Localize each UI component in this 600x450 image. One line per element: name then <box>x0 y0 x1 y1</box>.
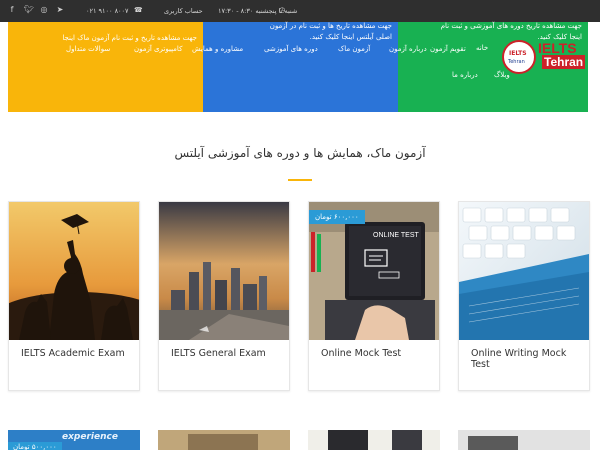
instagram-icon[interactable]: ◎ <box>40 6 48 14</box>
promo-main-text-1: جهت مشاهده تاریخ ها و ثبت نام در آزمون <box>269 22 392 30</box>
course-card-row2-3[interactable] <box>308 430 440 450</box>
account-link[interactable]: حساب کاربری <box>164 7 203 15</box>
logo-wordmark-tehran: Tehran <box>542 55 586 69</box>
section-heading: آزمون ماک، همایش ها و دوره های آموزشی آی… <box>174 146 426 160</box>
card-title[interactable]: Online Mock Test <box>321 348 431 359</box>
nav-home[interactable]: خانه <box>476 44 488 52</box>
promo-main-exam[interactable]: جهت مشاهده تاریخ ها و ثبت نام در آزمون ا… <box>203 22 398 112</box>
course-card-writing-mock[interactable]: Online Writing Mock Test <box>458 201 590 391</box>
facebook-icon[interactable]: f <box>8 6 16 14</box>
social-links: f 🐦︎ ◎ ➤ <box>8 6 64 14</box>
city-image <box>159 202 289 340</box>
keyboard-image <box>459 202 589 340</box>
promo-mock-exam[interactable]: جهت مشاهده تاریخ و ثبت نام آزمون ماک این… <box>8 22 203 112</box>
course-card-row2-4[interactable] <box>458 430 590 450</box>
graduation-image <box>9 202 139 340</box>
row2-banner-text: experience <box>62 432 118 442</box>
nav-cbt[interactable]: کامپیوتری آزمون <box>134 45 182 53</box>
site-logo[interactable]: IELTS Tehran IELTS Tehran <box>502 40 588 74</box>
card-title[interactable]: IELTS General Exam <box>171 348 281 359</box>
price-badge: ۶۰۰,۰۰۰ تومان <box>309 210 365 224</box>
nav-consult[interactable]: مشاوره و همایش <box>192 45 243 53</box>
promo-main-text-2: اصلی آیلتس اینجا کلیک کنید. <box>309 33 392 41</box>
top-bar: f 🐦︎ ◎ ➤ ۰۲۱ ۹۱۰۰ ۸۰۰۷ ☎ حساب کاربری ◷ ش… <box>0 0 600 22</box>
nav-courses[interactable]: دوره های آموزشی <box>264 45 318 53</box>
price-badge: ۵۰۰,۰۰۰ تومان <box>8 442 62 450</box>
card-title[interactable]: Online Writing Mock Test <box>471 348 581 370</box>
card-title[interactable]: IELTS Academic Exam <box>21 348 131 359</box>
promo-courses-text-1: جهت مشاهده تاریخ دوره های آموزشی و ثبت ن… <box>440 22 582 30</box>
course-card-row2-2[interactable] <box>158 430 290 450</box>
course-card-online-mock[interactable]: ONLINE TEST ۶۰۰,۰۰۰ تومان Online Mock Te… <box>308 201 440 391</box>
course-card-academic[interactable]: IELTS Academic Exam <box>8 201 140 391</box>
course-card-general[interactable]: IELTS General Exam <box>158 201 290 391</box>
nav-mock[interactable]: آزمون ماک <box>338 45 370 53</box>
phone-number[interactable]: ۰۲۱ ۹۱۰۰ ۸۰۰۷ <box>86 7 129 15</box>
logo-wordmark-ielts: IELTS <box>538 40 577 56</box>
logo-emblem: IELTS Tehran <box>502 40 536 74</box>
working-hours: شنبه تا پنجشنبه ۸:۳۰ - ۱۷:۳۰ <box>218 7 298 15</box>
twitter-icon[interactable]: 🐦︎ <box>24 6 34 14</box>
telegram-icon[interactable]: ➤ <box>56 6 64 14</box>
screen-label: ONLINE TEST <box>373 232 419 239</box>
nav-calendar[interactable]: تقویم آزمون <box>430 45 466 53</box>
promo-banner: جهت مشاهده تاریخ و ثبت نام آزمون ماک این… <box>8 22 588 112</box>
nav-faq[interactable]: سوالات متداول <box>66 45 110 53</box>
nav-about-exam[interactable]: درباره آزمون <box>389 45 427 53</box>
nav-about-us[interactable]: درباره ما <box>452 71 478 79</box>
heading-underline <box>288 179 312 181</box>
phone-icon: ☎ <box>134 6 143 14</box>
promo-mock-text: جهت مشاهده تاریخ و ثبت نام آزمون ماک این… <box>62 34 197 42</box>
course-card-row2-1[interactable]: experience ۵۰۰,۰۰۰ تومان <box>8 430 140 450</box>
